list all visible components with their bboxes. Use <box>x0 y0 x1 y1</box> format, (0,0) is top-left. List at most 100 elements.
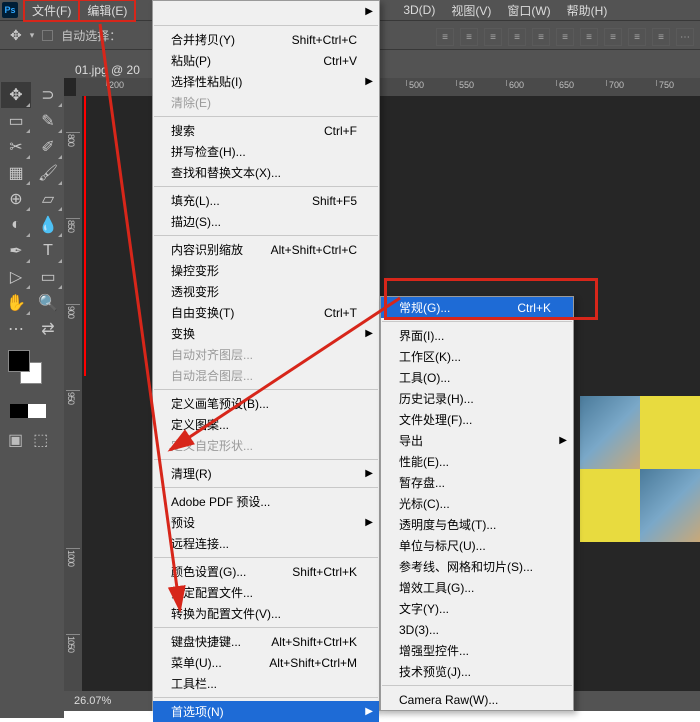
menu-item[interactable]: 填充(L)...Shift+F5 <box>153 190 379 211</box>
menu-window[interactable]: 窗口(W) <box>499 0 558 21</box>
menu-item: 自动混合图层... <box>153 365 379 386</box>
menu-item[interactable]: 清理(R)▶ <box>153 463 379 484</box>
document-tab[interactable]: 01.jpg @ 20 <box>75 63 140 77</box>
menu-item[interactable]: 指定配置文件... <box>153 582 379 603</box>
menu-item[interactable]: 性能(E)... <box>381 451 573 472</box>
menu-item[interactable]: 自由变换(T)Ctrl+T <box>153 302 379 323</box>
menu-item[interactable]: 首选项(N)▶ <box>153 701 379 722</box>
menu-item[interactable]: 工具栏... <box>153 673 379 694</box>
gradient-tool[interactable]: ◐ <box>1 212 31 238</box>
menu-item[interactable]: 工作区(K)... <box>381 346 573 367</box>
menu-item[interactable]: 合并拷贝(Y)Shift+Ctrl+C <box>153 29 379 50</box>
screenmode-icon[interactable]: ⬚ <box>33 430 48 450</box>
hand-tool[interactable]: ✋ <box>1 290 31 316</box>
menu-view[interactable]: 视图(V) <box>443 0 499 21</box>
shape-tool[interactable]: ▭ <box>33 264 63 290</box>
menu-item[interactable]: 界面(I)... <box>381 325 573 346</box>
align-icon[interactable]: ≡ <box>484 28 502 46</box>
blur-tool[interactable]: 💧 <box>33 212 63 238</box>
menu-item[interactable]: 导出▶ <box>381 430 573 451</box>
eyedropper-tool[interactable]: ✐ <box>33 134 63 160</box>
app-logo: Ps <box>2 2 18 18</box>
menu-item[interactable]: 常规(G)...Ctrl+K <box>381 297 573 318</box>
menu-item[interactable]: 文字(Y)... <box>381 598 573 619</box>
brush-tool[interactable]: ✎ <box>33 108 63 134</box>
align-icon[interactable]: ≡ <box>628 28 646 46</box>
menu-item[interactable]: 选择性粘贴(I)▶ <box>153 71 379 92</box>
mini-swatch-a[interactable] <box>10 404 28 418</box>
align-icon[interactable]: ≡ <box>532 28 550 46</box>
menu-item[interactable]: 增强型控件... <box>381 640 573 661</box>
align-icon[interactable]: ≡ <box>604 28 622 46</box>
align-icon[interactable]: ≡ <box>508 28 526 46</box>
auto-select-checkbox[interactable] <box>42 30 53 41</box>
menu-edit[interactable]: 编辑(E) <box>79 0 135 21</box>
menu-item[interactable]: 预设▶ <box>153 512 379 533</box>
menu-item[interactable]: 操控变形 <box>153 260 379 281</box>
mini-swatch-b[interactable] <box>28 404 46 418</box>
menu-item[interactable]: 内容识别缩放Alt+Shift+Ctrl+C <box>153 239 379 260</box>
toolbox: ✥⊃ ▭✎ ✂✐ ▦🖌 ⊕▱ ◐💧 ✒T ▷▭ ✋🔍 ⋯⇄ ▣⬚ <box>0 78 64 718</box>
menu-item[interactable]: 远程连接... <box>153 533 379 554</box>
menu-item[interactable]: 工具(O)... <box>381 367 573 388</box>
menu-item: 自动对齐图层... <box>153 344 379 365</box>
menu-item[interactable]: 搜索Ctrl+F <box>153 120 379 141</box>
menu-item[interactable]: 转换为配置文件(V)... <box>153 603 379 624</box>
menu-item[interactable]: 拼写检查(H)... <box>153 141 379 162</box>
extra1-tool[interactable]: ⋯ <box>1 316 31 342</box>
zoom-level[interactable]: 26.07% <box>74 695 111 707</box>
align-icon[interactable]: ≡ <box>652 28 670 46</box>
menu-3d[interactable]: 3D(D) <box>395 1 443 19</box>
crop-tool[interactable]: ✂ <box>1 134 31 160</box>
menu-item[interactable]: 描边(S)... <box>153 211 379 232</box>
menu-item[interactable]: 透视变形 <box>153 281 379 302</box>
lasso-tool[interactable]: ⊃ <box>33 82 63 108</box>
canvas-image <box>580 396 700 542</box>
more-icon[interactable]: ⋯ <box>676 28 694 46</box>
menu-file[interactable]: 文件(F) <box>24 0 79 21</box>
menu-item[interactable]: 查找和替换文本(X)... <box>153 162 379 183</box>
menu-item[interactable]: 技术预览(J)... <box>381 661 573 682</box>
menu-help[interactable]: 帮助(H) <box>559 0 616 21</box>
move-tool[interactable]: ✥ <box>1 82 31 108</box>
menu-item[interactable]: 暂存盘... <box>381 472 573 493</box>
marquee-tool[interactable]: ▭ <box>1 108 31 134</box>
menu-item[interactable]: 3D(3)... <box>381 619 573 640</box>
text-tool[interactable]: T <box>33 238 63 264</box>
menu-item[interactable]: 定义画笔预设(B)... <box>153 393 379 414</box>
submenu-arrow-icon: ▶ <box>365 76 373 87</box>
menu-item[interactable]: 历史记录(H)... <box>381 388 573 409</box>
stamp-tool[interactable]: ⊕ <box>1 186 31 212</box>
menu-item[interactable]: Camera Raw(W)... <box>381 689 573 710</box>
path-tool[interactable]: ▷ <box>1 264 31 290</box>
edit-menu: ▶ 合并拷贝(Y)Shift+Ctrl+C粘贴(P)Ctrl+V选择性粘贴(I)▶… <box>152 0 380 711</box>
align-icon[interactable]: ≡ <box>460 28 478 46</box>
menu-item[interactable]: 增效工具(G)... <box>381 577 573 598</box>
eraser-tool[interactable]: ▱ <box>33 186 63 212</box>
zoom-tool[interactable]: 🔍 <box>33 290 63 316</box>
quickmask-icon[interactable]: ▣ <box>8 430 23 450</box>
healing-tool[interactable]: ▦ <box>1 160 31 186</box>
align-icon[interactable]: ≡ <box>580 28 598 46</box>
align-icon[interactable]: ≡ <box>436 28 454 46</box>
submenu-arrow-icon: ▶ <box>365 517 373 528</box>
menu-item[interactable]: 键盘快捷键...Alt+Shift+Ctrl+K <box>153 631 379 652</box>
align-icon[interactable]: ≡ <box>556 28 574 46</box>
menu-item[interactable]: 文件处理(F)... <box>381 409 573 430</box>
menu-item[interactable]: 单位与标尺(U)... <box>381 535 573 556</box>
extra2-tool[interactable]: ⇄ <box>33 316 63 342</box>
menu-item[interactable]: 菜单(U)...Alt+Shift+Ctrl+M <box>153 652 379 673</box>
menu-item[interactable]: 参考线、网格和切片(S)... <box>381 556 573 577</box>
chevron-down-icon[interactable]: ▾ <box>30 30 35 41</box>
menu-item[interactable]: 定义图案... <box>153 414 379 435</box>
color-swatches[interactable] <box>8 350 64 390</box>
brush2-tool[interactable]: 🖌 <box>33 160 63 186</box>
pen-tool[interactable]: ✒ <box>1 238 31 264</box>
menu-item[interactable]: 粘贴(P)Ctrl+V <box>153 50 379 71</box>
menu-item[interactable]: Adobe PDF 预设... <box>153 491 379 512</box>
menu-item[interactable]: ▶ <box>153 1 379 22</box>
menu-item[interactable]: 光标(C)... <box>381 493 573 514</box>
menu-item[interactable]: 颜色设置(G)...Shift+Ctrl+K <box>153 561 379 582</box>
menu-item[interactable]: 透明度与色域(T)... <box>381 514 573 535</box>
menu-item[interactable]: 变换▶ <box>153 323 379 344</box>
